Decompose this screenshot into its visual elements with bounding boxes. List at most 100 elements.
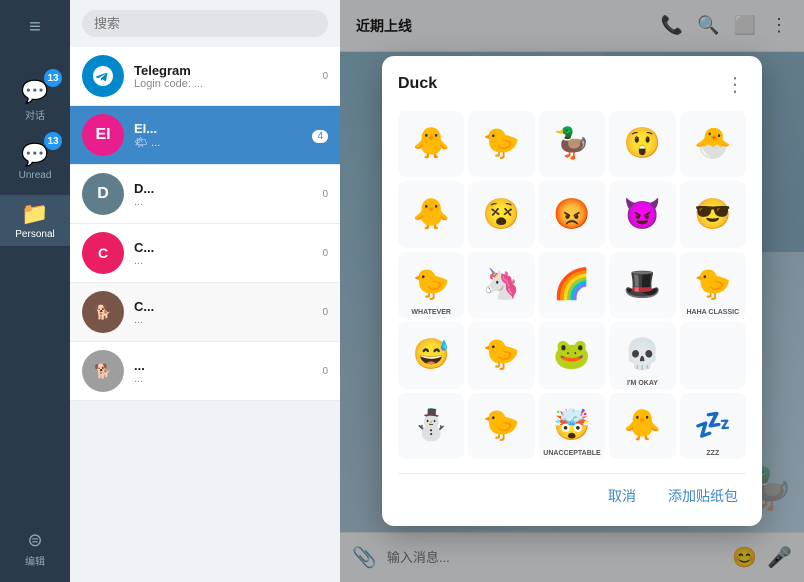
add-sticker-button[interactable]: 添加贴纸包 [660, 482, 746, 510]
menu-icon: ≡ [29, 16, 41, 39]
chat-info-1: Telegram Login code: ... [134, 63, 322, 90]
sticker-popup-more-icon[interactable]: ⋮ [725, 72, 746, 97]
sticker-6[interactable]: 🐥 [398, 181, 464, 247]
sticker-8[interactable]: 😡 [539, 181, 605, 247]
sticker-13[interactable]: 🌈 [539, 252, 605, 318]
sticker-9[interactable]: 😈 [609, 181, 675, 247]
chat-item-4[interactable]: C C... ... 0 [70, 224, 340, 283]
search-input[interactable] [82, 10, 328, 37]
sticker-12[interactable]: 🦄 [468, 252, 534, 318]
sidebar-item-filter[interactable]: ⊜ 编辑 [0, 524, 70, 574]
sticker-4[interactable]: 😲 [609, 111, 675, 177]
chat-name-1: Telegram [134, 63, 322, 78]
avatar-6: 🐕 [82, 350, 124, 392]
chat-preview-6: ... [134, 373, 322, 385]
sticker-grid: 🐥 🐤 🦆 😲 🐣 🐥 😵 😡 😈 😎 🐤 WHATEVER [398, 111, 746, 459]
chat-name-5: C... [134, 299, 322, 314]
avatar-2: EI [82, 114, 124, 156]
chat-info-6: ... ... [134, 358, 322, 385]
sticker-17[interactable]: 🐤 [468, 322, 534, 388]
chat-preview-1: Login code: ... [134, 78, 322, 90]
sticker-5[interactable]: 🐣 [680, 111, 746, 177]
sidebar-item-chats[interactable]: 💬 13 对话 [0, 73, 70, 128]
chat-item-2[interactable]: EI EI... 🌤 ... 4 [70, 106, 340, 165]
sticker-19-label: I'M OKAY [609, 380, 675, 387]
filter-label: 编辑 [25, 553, 45, 568]
filter-icon: ⊜ [27, 530, 42, 551]
chat-info-4: C... ... [134, 240, 322, 267]
sticker-empty [680, 322, 746, 388]
chat-item-6[interactable]: 🐕 ... ... 0 [70, 342, 340, 401]
sidebar-item-personal[interactable]: 📁 Personal [0, 195, 70, 246]
chat-item-1[interactable]: Telegram Login code: ... 0 [70, 47, 340, 106]
chats-label: 对话 [25, 107, 45, 122]
unread-badge: 13 [44, 132, 62, 150]
unread-label: Unread [19, 170, 52, 181]
chat-list: Telegram Login code: ... 0 EI EI... 🌤 ..… [70, 0, 340, 582]
chat-time-5: 0 [322, 307, 328, 318]
sticker-22-label: UNACCEPTABLE [539, 450, 605, 457]
sticker-18[interactable]: 🐸 [539, 322, 605, 388]
sticker-popup-footer: 取消 添加贴纸包 [398, 473, 746, 510]
sidebar-item-unread[interactable]: 💬 13 Unread [0, 136, 70, 187]
chat-preview-3: ... [134, 196, 322, 208]
chat-meta-1: 0 [322, 71, 328, 82]
chat-meta-6: 0 [322, 366, 328, 377]
avatar-4: C [82, 232, 124, 274]
sticker-23[interactable]: 🐥 [609, 393, 675, 459]
chat-name-6: ... [134, 358, 322, 373]
chat-item-5[interactable]: 🐕 C... ... 0 [70, 283, 340, 342]
sticker-24-label: ZZZ [680, 450, 746, 457]
chat-info-2: EI... 🌤 ... [134, 121, 312, 149]
app-container: ≡ 💬 13 对话 💬 13 Unread 📁 Personal ⊜ 编辑 [0, 0, 804, 582]
chat-name-4: C... [134, 240, 322, 255]
chat-name-2: EI... [134, 121, 312, 136]
sticker-7[interactable]: 😵 [468, 181, 534, 247]
chat-preview-2: 🌤 ... [134, 136, 312, 149]
personal-label: Personal [15, 229, 54, 240]
chat-meta-4: 0 [322, 248, 328, 259]
sticker-15[interactable]: 🐤 HAHA CLASSIC [680, 252, 746, 318]
sticker-20[interactable]: ⛄ [398, 393, 464, 459]
chat-info-5: C... ... [134, 299, 322, 326]
sidebar: ≡ 💬 13 对话 💬 13 Unread 📁 Personal ⊜ 编辑 [0, 0, 70, 582]
sticker-24[interactable]: 💤 ZZZ [680, 393, 746, 459]
sticker-10[interactable]: 😎 [680, 181, 746, 247]
chat-info-3: D... ... [134, 181, 322, 208]
sticker-3[interactable]: 🦆 [539, 111, 605, 177]
sticker-14[interactable]: 🎩 [609, 252, 675, 318]
avatar-5: 🐕 [82, 291, 124, 333]
chat-item-3[interactable]: D D... ... 0 [70, 165, 340, 224]
chat-name-3: D... [134, 181, 322, 196]
sticker-11-label: WHATEVER [398, 309, 464, 316]
chat-meta-3: 0 [322, 189, 328, 200]
chat-meta-2: 4 [312, 127, 328, 143]
chat-time-3: 0 [322, 189, 328, 200]
chats-badge: 13 [44, 69, 62, 87]
sticker-15-label: HAHA CLASSIC [680, 309, 746, 316]
chat-preview-4: ... [134, 255, 322, 267]
sticker-22[interactable]: 🤯 UNACCEPTABLE [539, 393, 605, 459]
sticker-popup-header: Duck ⋮ [398, 72, 746, 97]
sidebar-item-menu[interactable]: ≡ [0, 10, 70, 65]
chat-time-1: 0 [322, 71, 328, 82]
unread-count-2: 4 [312, 130, 328, 143]
chat-meta-5: 0 [322, 307, 328, 318]
sticker-2[interactable]: 🐤 [468, 111, 534, 177]
sticker-popup-overlay[interactable]: Duck ⋮ 🐥 🐤 🦆 😲 🐣 🐥 😵 😡 😈 😎 [340, 0, 804, 582]
sticker-19[interactable]: 💀 I'M OKAY [609, 322, 675, 388]
sticker-popup-title: Duck [398, 75, 437, 93]
sticker-16[interactable]: 😅 [398, 322, 464, 388]
sticker-21[interactable]: 🐤 [468, 393, 534, 459]
avatar-1 [82, 55, 124, 97]
cancel-button[interactable]: 取消 [600, 482, 644, 510]
chat-time-6: 0 [322, 366, 328, 377]
chat-preview-5: ... [134, 314, 322, 326]
personal-icon: 📁 [21, 201, 48, 227]
sticker-1[interactable]: 🐥 [398, 111, 464, 177]
sticker-11[interactable]: 🐤 WHATEVER [398, 252, 464, 318]
sticker-popup: Duck ⋮ 🐥 🐤 🦆 😲 🐣 🐥 😵 😡 😈 😎 [382, 56, 762, 526]
chat-time-4: 0 [322, 248, 328, 259]
search-bar [70, 0, 340, 47]
chat-area: 近期上线 📞 🔍 ⬜ ⋮ 🦆 📎 😊 🎤 [340, 0, 804, 582]
